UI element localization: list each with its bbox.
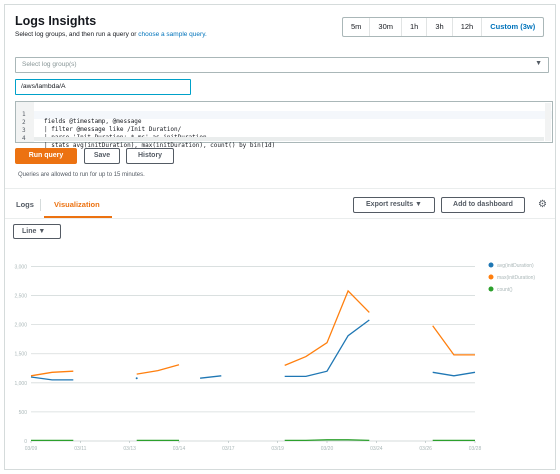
y-tick-label: 500 — [19, 410, 28, 416]
series-line — [136, 364, 180, 375]
logs-insights-panel: Logs Insights Select log groups, and the… — [4, 4, 556, 470]
query-line-text: | filter @message like /Init Duration/ — [44, 126, 182, 133]
history-button[interactable]: History — [126, 148, 174, 164]
time-range-custom[interactable]: Custom (3w) — [482, 18, 543, 36]
y-tick-label: 0 — [24, 439, 27, 445]
log-group-select[interactable]: Select log group(s) ▼ — [15, 57, 549, 73]
gear-icon[interactable]: ⚙ — [538, 199, 547, 210]
x-tick-label: 03/28 — [469, 446, 482, 452]
x-tick-label: 03/26 — [419, 446, 432, 452]
dropdown-caret-icon: ▼ — [535, 60, 542, 67]
editor-horizontal-scrollbar[interactable] — [34, 137, 544, 141]
legend-label: count() — [497, 287, 513, 293]
y-tick-label: 1,500 — [14, 352, 27, 358]
time-range-selector: 5m 30m 1h 3h 12h Custom (3w) — [342, 17, 545, 37]
x-tick-label: 03/13 — [123, 446, 136, 452]
y-tick-label: 3,000 — [14, 264, 27, 270]
dropdown-caret-icon: ▼ — [38, 228, 46, 235]
query-line-text: fields @timestamp, @message — [44, 118, 142, 125]
time-range-12h[interactable]: 12h — [453, 18, 483, 36]
y-tick-label: 1,000 — [14, 381, 27, 387]
tab-visualization[interactable]: Visualization — [54, 200, 100, 209]
section-divider — [5, 188, 555, 189]
subtitle-text: Select log groups, and then run a query … — [15, 31, 137, 38]
y-tick-label: 2,500 — [14, 294, 27, 300]
sample-query-link[interactable]: choose a sample query. — [138, 31, 207, 38]
time-range-1h[interactable]: 1h — [402, 18, 428, 36]
tab-separator — [40, 199, 41, 211]
legend-label: avg(initDuration) — [497, 263, 534, 269]
x-tick-label: 03/11 — [74, 446, 86, 452]
export-results-button[interactable]: Export results ▼ — [353, 197, 435, 213]
legend-swatch — [488, 274, 494, 280]
y-tick-label: 2,000 — [14, 323, 27, 329]
time-range-30m[interactable]: 30m — [370, 18, 403, 36]
time-range-5m[interactable]: 5m — [343, 18, 371, 36]
x-tick-label: 03/14 — [173, 446, 186, 452]
series-line — [432, 371, 476, 377]
series-line — [284, 289, 370, 367]
query-editor[interactable]: 1 fields @timestamp, @message 2 | filter… — [15, 101, 553, 149]
line-number: 4 — [22, 135, 26, 142]
x-tick-label: 03/24 — [370, 446, 383, 452]
tab-logs[interactable]: Logs — [16, 200, 34, 209]
run-query-button[interactable]: Run query — [15, 148, 77, 164]
x-tick-label: 03/09 — [25, 446, 38, 452]
save-button[interactable]: Save — [84, 148, 120, 164]
x-tick-label: 03/20 — [321, 446, 334, 452]
series-line — [200, 375, 222, 379]
series-line — [284, 319, 370, 378]
dropdown-caret-icon: ▼ — [415, 201, 422, 208]
x-tick-label: 03/17 — [222, 446, 235, 452]
page-title: Logs Insights — [15, 14, 97, 28]
series-point — [135, 377, 138, 380]
log-group-select-placeholder: Select log group(s) — [22, 61, 77, 68]
legend-label: max(initDuration) — [497, 275, 535, 281]
series-line — [284, 439, 370, 442]
x-tick-label: 03/19 — [271, 446, 284, 452]
time-range-3h[interactable]: 3h — [427, 18, 453, 36]
add-to-dashboard-button[interactable]: Add to dashboard — [441, 197, 525, 213]
chart-type-dropdown[interactable]: Line ▼ — [13, 224, 61, 239]
legend-swatch — [488, 262, 494, 268]
query-time-limit-note: Queries are allowed to run for up to 15 … — [18, 172, 145, 178]
selected-log-group-label: /aws/lambda/A — [21, 83, 66, 90]
tabs-baseline — [5, 218, 555, 219]
series-line — [30, 370, 74, 377]
editor-vertical-scrollbar[interactable] — [545, 103, 551, 141]
page-subtitle: Select log groups, and then run a query … — [15, 31, 207, 38]
export-results-label: Export results — [366, 201, 414, 208]
selected-log-group-token[interactable]: /aws/lambda/A — [15, 79, 191, 95]
chart-type-label: Line — [22, 228, 37, 235]
line-chart: 0 500 1,000 1,500 2,000 2,500 3,000 03/09 03/11 0… — [14, 262, 535, 452]
legend-swatch — [488, 286, 494, 292]
series-line — [432, 325, 475, 356]
series-line — [30, 376, 74, 381]
